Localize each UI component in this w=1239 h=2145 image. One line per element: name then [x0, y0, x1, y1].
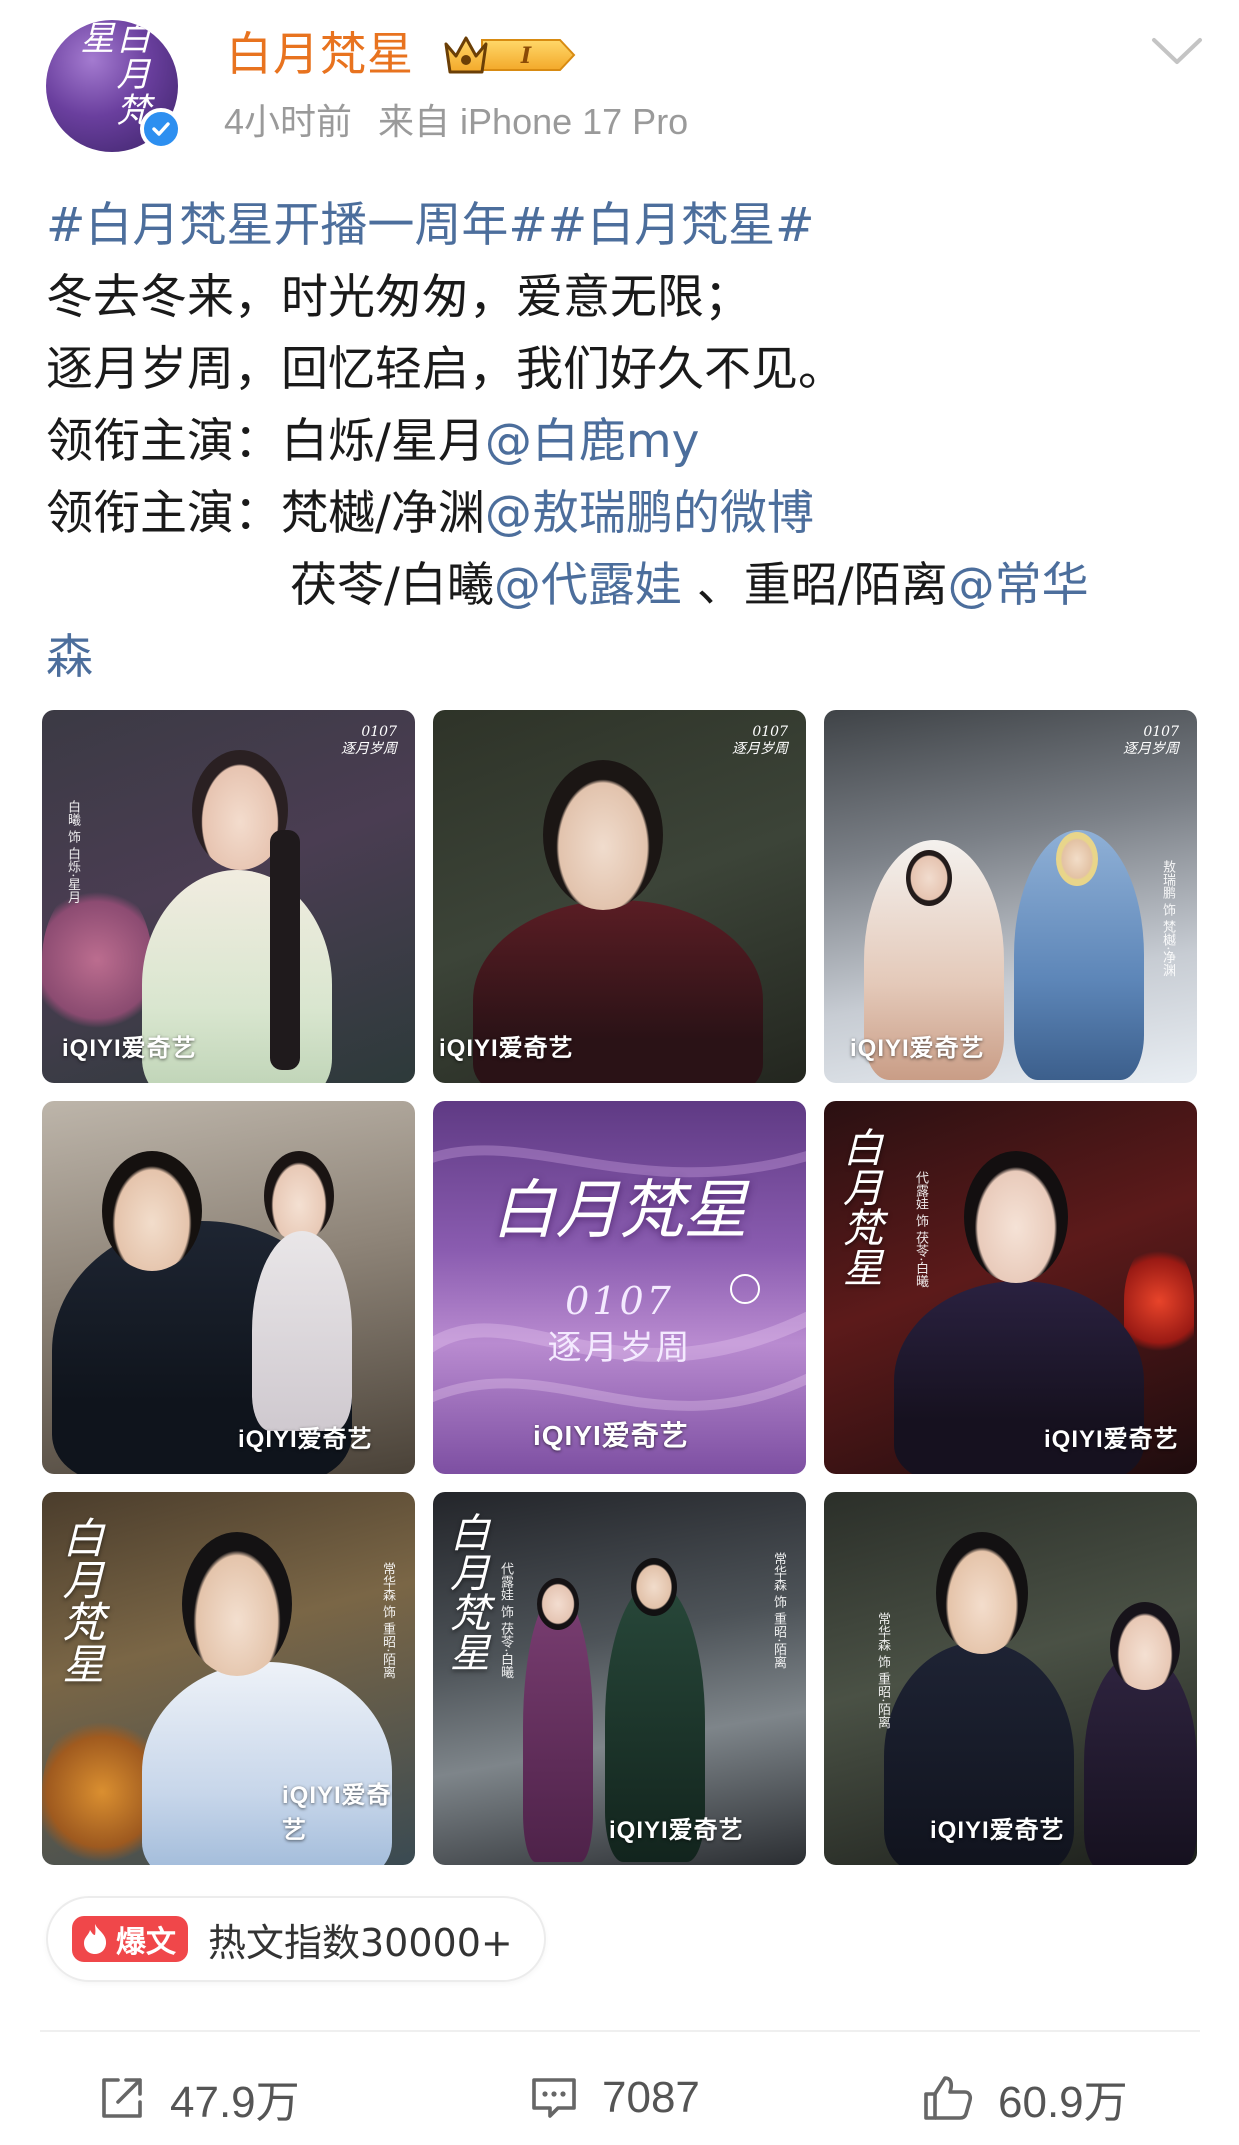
text-line: 逐月岁周，回忆轻启，我们好久不见。: [46, 342, 845, 397]
text-line: 森: [46, 622, 1206, 694]
svg-text:I: I: [520, 43, 532, 69]
image-thumbnail[interactable]: 0107 逐月岁周 iQIYI爱奇艺: [433, 710, 806, 1083]
image-thumbnail[interactable]: 白月梵星 代露娃 饰 茯苓·白曦 iQIYI爱奇艺: [824, 1101, 1197, 1474]
poster-date: 0107: [565, 1279, 674, 1323]
text-segment: 领衔主演：梵樾/净渊: [46, 486, 485, 541]
iqiyi-logo: iQIYI爱奇艺: [1044, 1426, 1179, 1453]
hot-index-text: 热文指数30000+: [208, 1920, 513, 1965]
like-count: 60.9万: [998, 2078, 1128, 2127]
mention-link[interactable]: 森: [46, 630, 93, 685]
poster-subtitle: 逐月岁周: [547, 1328, 692, 1368]
image-thumbnail[interactable]: 白月梵星 代露娃 饰 茯苓·白曦 常华森 饰 重昭·陌离 iQIYI爱奇艺: [433, 1492, 806, 1865]
hot-pill: 爆文: [72, 1916, 188, 1962]
image-caption: 代露娃 饰 茯苓·白曦: [498, 1562, 513, 1679]
text-line: 领衔主演：白烁/星月@白鹿my: [46, 406, 1206, 478]
iqiyi-logo: iQIYI爱奇艺: [62, 1035, 197, 1062]
hashtag-link[interactable]: #白月梵星#: [548, 198, 815, 253]
divider: [40, 2030, 1200, 2032]
image-thumbnail[interactable]: 白曦 饰 白烁·星月 0107 逐月岁周 iQIYI爱奇艺: [42, 710, 415, 1083]
post-text: #白月梵星开播一周年##白月梵星# 冬去冬来，时光匆匆，爱意无限； 逐月岁周，回…: [46, 190, 1206, 694]
image-stamp: 0107 逐月岁周: [732, 724, 788, 757]
image-stamp: 0107 逐月岁周: [1123, 724, 1179, 757]
image-thumbnail[interactable]: 白月梵星 常华森 饰 重昭·陌离 iQIYI爱奇艺: [42, 1492, 415, 1865]
text-segment: 、重昭/陌离: [681, 558, 948, 613]
image-thumbnail[interactable]: iQIYI爱奇艺: [42, 1101, 415, 1474]
image-stamp: 0107 逐月岁周: [341, 724, 397, 757]
iqiyi-logo: iQIYI爱奇艺: [238, 1426, 373, 1453]
verified-icon: [140, 108, 182, 150]
post-source: 来自 iPhone 17 Pro: [378, 101, 689, 142]
vip-crown-icon: I: [444, 36, 576, 74]
poster-image[interactable]: 白月梵星 0107 逐月岁周 iQIYI爱奇艺: [433, 1101, 806, 1474]
hot-post-badge[interactable]: 爆文 热文指数30000+: [46, 1896, 546, 1982]
mention-link[interactable]: @常华: [948, 558, 1089, 613]
iqiyi-logo: iQIYI爱奇艺: [282, 1782, 392, 1844]
repost-button[interactable]: 47.9万: [96, 2068, 300, 2128]
iqiyi-logo: iQIYI爱奇艺: [930, 1817, 1065, 1844]
like-button[interactable]: 60.9万: [920, 2068, 1128, 2128]
iqiyi-logo: iQIYI爱奇艺: [533, 1420, 689, 1451]
image-caption: 代露娃 饰 茯苓·白曦: [913, 1171, 928, 1288]
image-thumbnail[interactable]: 常华森 饰 重昭·陌离 iQIYI爱奇艺: [824, 1492, 1197, 1865]
calligraphy-title: 白月梵星: [443, 1512, 489, 1672]
text-line: 茯苓/白曦@代露娃 、重昭/陌离@常华: [46, 550, 1206, 622]
vip-badge[interactable]: I: [442, 30, 582, 80]
mention-link[interactable]: @代露娃: [494, 558, 682, 613]
comment-icon: [532, 2078, 576, 2118]
repost-count: 47.9万: [170, 2078, 300, 2127]
mention-link[interactable]: @白鹿my: [485, 414, 700, 469]
iqiyi-logo: iQIYI爱奇艺: [850, 1035, 985, 1062]
post-time: 4小时前: [224, 101, 353, 142]
image-caption: 常华森 饰 重昭·陌离: [875, 1612, 890, 1729]
image-grid: 白曦 饰 白烁·星月 0107 逐月岁周 iQIYI爱奇艺 0107 逐月岁周 iQ…: [42, 710, 1198, 1866]
author-name[interactable]: 白月梵星: [226, 26, 414, 82]
text-line: 领衔主演：梵樾/净渊@敖瑞鹏的微博: [46, 478, 1206, 550]
text-line: 冬去冬来，时光匆匆，爱意无限；: [46, 270, 751, 325]
chevron-down-icon[interactable]: [1150, 32, 1204, 72]
poster-title: 白月梵星: [491, 1174, 748, 1248]
hot-label: 爆文: [116, 1925, 176, 1960]
repost-icon: [102, 2078, 142, 2118]
hashtag-link[interactable]: #白月梵星开播一周年#: [46, 198, 548, 253]
calligraphy-title: 白月梵星: [56, 1516, 105, 1684]
post-meta: 4小时前 来自 iPhone 17 Pro: [224, 100, 714, 144]
calligraphy-title: 白月梵星: [836, 1127, 882, 1287]
like-icon: [924, 2076, 973, 2120]
iqiyi-logo: iQIYI爱奇艺: [439, 1035, 574, 1062]
text-segment: 茯苓/白曦: [290, 558, 494, 613]
image-caption: 常华森 饰 重昭·陌离: [771, 1552, 786, 1669]
flame-icon: [84, 1924, 107, 1954]
comment-button[interactable]: 7087: [528, 2068, 700, 2128]
text-segment: 领衔主演：白烁/星月: [46, 414, 485, 469]
image-caption: 白曦 饰 白烁·星月: [65, 800, 80, 904]
mention-link[interactable]: @敖瑞鹏的微博: [485, 486, 814, 541]
iqiyi-logo: iQIYI爱奇艺: [609, 1817, 744, 1844]
image-caption: 常华森 饰 重昭·陌离: [380, 1562, 395, 1679]
comment-count: 7087: [602, 2073, 700, 2122]
image-caption: 敖瑞鹏 饰 梵樾·净渊: [1160, 860, 1175, 977]
image-thumbnail[interactable]: 敖瑞鹏 饰 梵樾·净渊 0107 逐月岁周 iQIYI爱奇艺: [824, 710, 1197, 1083]
hashtag-line: #白月梵星开播一周年##白月梵星#: [46, 190, 1206, 262]
